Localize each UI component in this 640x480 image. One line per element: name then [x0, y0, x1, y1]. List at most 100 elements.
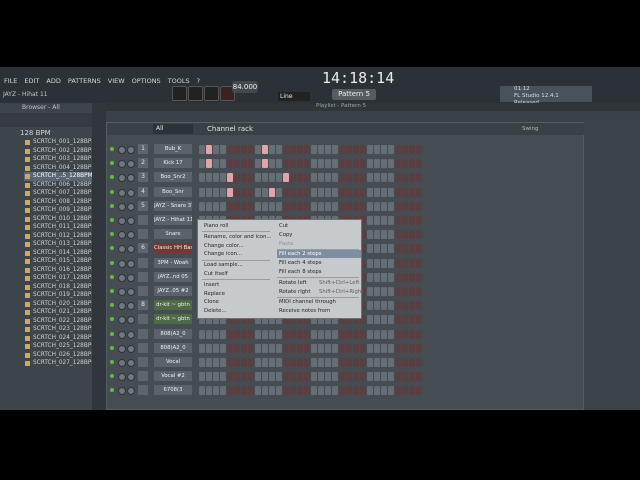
step-button[interactable]: [311, 386, 317, 396]
channel-mixer-track[interactable]: [138, 215, 148, 225]
step-button[interactable]: [276, 173, 282, 183]
step-button[interactable]: [367, 145, 373, 154]
step-button[interactable]: [409, 230, 415, 240]
step-button[interactable]: [409, 343, 415, 353]
step-button[interactable]: [367, 187, 373, 197]
channel-mixer-track[interactable]: 1: [138, 144, 148, 154]
channel-name-button[interactable]: JAYZ..05 #2: [154, 286, 192, 296]
step-button[interactable]: [402, 230, 408, 240]
step-button[interactable]: [416, 329, 422, 339]
step-button[interactable]: [325, 187, 331, 197]
step-button[interactable]: [199, 343, 205, 353]
step-button[interactable]: [290, 386, 296, 396]
step-button[interactable]: [304, 343, 310, 353]
channel-name-button[interactable]: JAYZ - Hihat 11: [154, 215, 192, 225]
step-button[interactable]: [416, 272, 422, 282]
step-button[interactable]: [311, 145, 317, 154]
step-button[interactable]: [269, 329, 275, 339]
step-button[interactable]: [346, 173, 352, 183]
step-button[interactable]: [297, 358, 303, 367]
step-button[interactable]: [318, 173, 324, 183]
step-button[interactable]: [388, 201, 394, 211]
step-button[interactable]: [374, 386, 380, 396]
step-button[interactable]: [248, 329, 254, 339]
step-button[interactable]: [241, 343, 247, 353]
step-button[interactable]: [416, 386, 422, 396]
channel-mute-led[interactable]: [110, 147, 114, 151]
step-button[interactable]: [381, 216, 387, 225]
step-button[interactable]: [241, 372, 247, 382]
step-button[interactable]: [248, 343, 254, 353]
channel-pan-knob[interactable]: [118, 160, 126, 169]
step-button[interactable]: [388, 301, 394, 311]
context-menu-item[interactable]: Cut: [277, 222, 361, 230]
step-button[interactable]: [290, 201, 296, 211]
step-button[interactable]: [248, 173, 254, 183]
step-button[interactable]: [318, 145, 324, 154]
step-button[interactable]: [381, 272, 387, 282]
channel-volume-knob[interactable]: [127, 259, 135, 268]
step-button[interactable]: [248, 145, 254, 154]
step-button[interactable]: [220, 343, 226, 353]
step-button[interactable]: [402, 343, 408, 353]
channel-pan-knob[interactable]: [118, 330, 126, 339]
step-button[interactable]: [227, 159, 233, 169]
step-button[interactable]: [374, 244, 380, 254]
step-button[interactable]: [213, 372, 219, 382]
step-button[interactable]: [241, 173, 247, 183]
step-button[interactable]: [241, 201, 247, 211]
step-button[interactable]: [416, 145, 422, 154]
step-button[interactable]: [262, 386, 268, 396]
channel-mixer-track[interactable]: [138, 314, 148, 325]
step-button[interactable]: [206, 358, 212, 367]
step-button[interactable]: [409, 187, 415, 197]
step-button[interactable]: [409, 216, 415, 225]
step-button[interactable]: [199, 187, 205, 197]
channel-pan-knob[interactable]: [118, 344, 126, 353]
channel-mute-led[interactable]: [110, 232, 114, 237]
step-button[interactable]: [283, 145, 289, 154]
step-button[interactable]: [367, 315, 373, 325]
step-button[interactable]: [360, 343, 366, 353]
channel-pan-knob[interactable]: [118, 387, 126, 396]
step-button[interactable]: [367, 258, 373, 268]
step-button[interactable]: [234, 372, 240, 382]
step-button[interactable]: [227, 386, 233, 396]
step-button[interactable]: [360, 187, 366, 197]
browser-toolbar[interactable]: [0, 113, 92, 127]
step-button[interactable]: [395, 315, 401, 325]
stop-button[interactable]: [204, 86, 219, 101]
step-button[interactable]: [227, 329, 233, 339]
context-menu-item[interactable]: Change color...: [202, 242, 272, 250]
step-button[interactable]: [416, 372, 422, 382]
step-button[interactable]: [332, 201, 338, 211]
step-button[interactable]: [276, 329, 282, 339]
channel-mute-led[interactable]: [110, 345, 114, 350]
pattern-selector[interactable]: Pattern 5: [332, 89, 376, 100]
channel-mute-led[interactable]: [110, 303, 114, 308]
step-button[interactable]: [402, 287, 408, 296]
channel-mixer-track[interactable]: 8: [138, 300, 148, 311]
step-button[interactable]: [304, 386, 310, 396]
step-button[interactable]: [374, 315, 380, 325]
step-button[interactable]: [374, 343, 380, 353]
step-button[interactable]: [304, 329, 310, 339]
step-button[interactable]: [409, 258, 415, 268]
step-button[interactable]: [206, 386, 212, 396]
context-menu-item[interactable]: Clone: [202, 298, 272, 306]
step-button[interactable]: [290, 329, 296, 339]
step-button[interactable]: [353, 145, 359, 154]
channel-volume-knob[interactable]: [127, 245, 135, 254]
step-button[interactable]: [374, 159, 380, 169]
step-button[interactable]: [367, 343, 373, 353]
step-button[interactable]: [311, 187, 317, 197]
step-button[interactable]: [199, 145, 205, 154]
step-button[interactable]: [339, 145, 345, 154]
menu-item-options[interactable]: OPTIONS: [130, 77, 163, 89]
snap-selector[interactable]: Line: [278, 92, 310, 101]
step-button[interactable]: [262, 201, 268, 211]
step-button[interactable]: [374, 230, 380, 240]
step-button[interactable]: [381, 315, 387, 325]
channel-mixer-track[interactable]: 6: [138, 243, 148, 254]
context-menu-item[interactable]: Fill each 4 steps: [277, 259, 361, 267]
